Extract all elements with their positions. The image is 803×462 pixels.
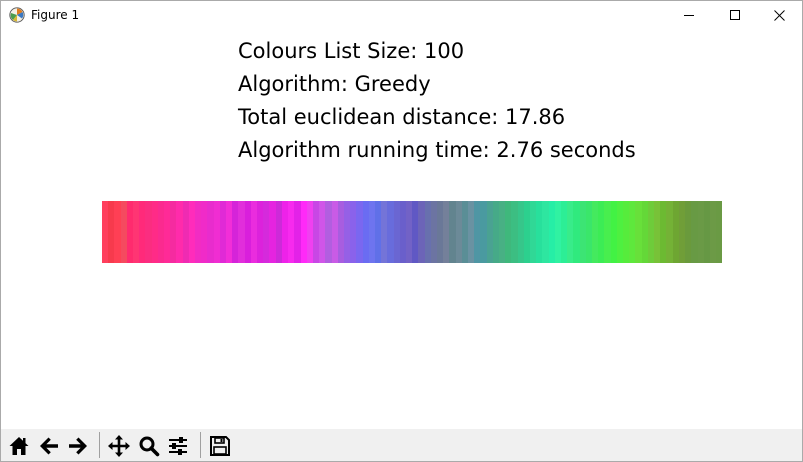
home-icon <box>9 437 29 455</box>
save-button[interactable] <box>206 432 234 460</box>
algorithm-text: Algorithm: Greedy <box>238 72 431 96</box>
pan-icon <box>108 435 130 457</box>
close-icon <box>773 9 785 21</box>
configure-subplots-button[interactable] <box>164 432 192 460</box>
toolbar-separator <box>99 432 100 458</box>
back-icon <box>40 437 58 455</box>
colour-strip <box>102 201 723 263</box>
forward-button[interactable] <box>64 432 92 460</box>
zoom-button[interactable] <box>135 432 163 460</box>
figure-canvas[interactable]: Colours List Size: 100 Algorithm: Greedy… <box>1 29 802 429</box>
zoom-icon <box>139 436 160 457</box>
total-distance-text: Total euclidean distance: 17.86 <box>238 105 566 129</box>
figure-window: Figure 1 Colours List Size: 100 Algorith… <box>0 0 803 462</box>
pan-button[interactable] <box>105 432 133 460</box>
forward-icon <box>69 437 87 455</box>
configure-subplots-icon <box>169 437 187 455</box>
save-icon <box>210 436 230 456</box>
running-time-text: Algorithm running time: 2.76 seconds <box>238 138 636 162</box>
close-button[interactable] <box>756 1 802 29</box>
colours-list-size-text: Colours List Size: 100 <box>238 39 465 63</box>
window-title: Figure 1 <box>31 8 80 22</box>
minimize-icon <box>684 15 694 16</box>
navigation-toolbar <box>1 429 802 461</box>
toolbar-separator <box>200 432 201 458</box>
colour-swatch <box>716 201 723 263</box>
maximize-button[interactable] <box>712 1 758 29</box>
minimize-button[interactable] <box>666 1 712 29</box>
maximize-icon <box>730 10 740 20</box>
title-bar[interactable]: Figure 1 <box>1 1 802 29</box>
home-button[interactable] <box>5 432 33 460</box>
figure-info-text: Colours List Size: 100 Algorithm: Greedy… <box>238 35 636 167</box>
matplotlib-icon <box>9 7 25 23</box>
back-button[interactable] <box>35 432 63 460</box>
